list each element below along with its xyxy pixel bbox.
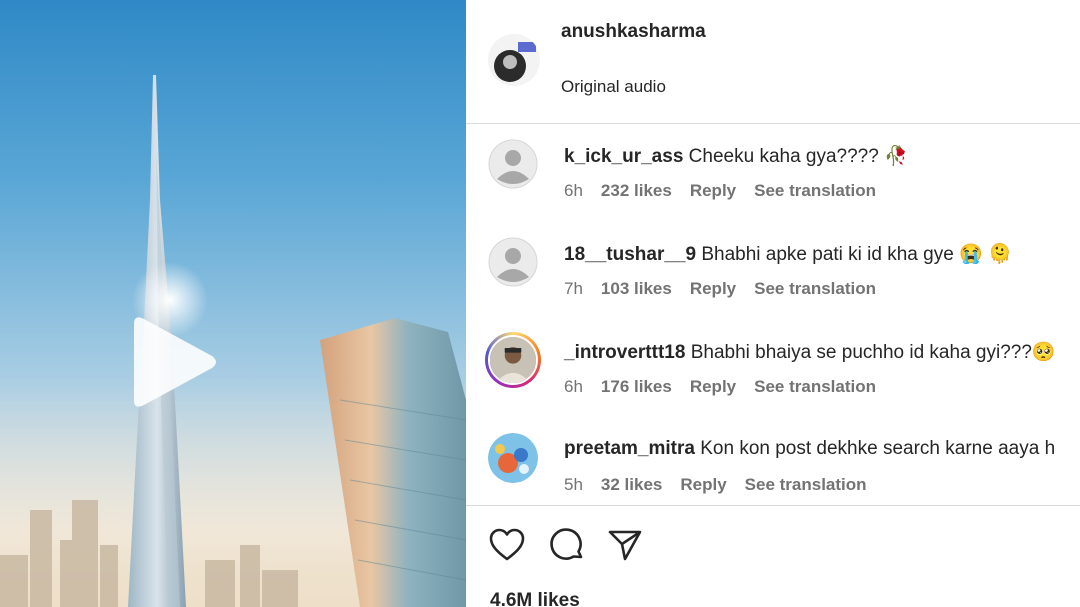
comment-time: 7h [564,279,583,298]
see-translation-button[interactable]: See translation [754,377,876,397]
play-button[interactable] [120,310,224,414]
see-translation-button[interactable]: See translation [754,279,876,299]
comment-button[interactable] [548,526,586,564]
comment-avatar[interactable] [485,332,541,388]
comment-avatar[interactable] [488,237,538,287]
comment-bubble-icon [550,528,583,560]
see-translation-button[interactable]: See translation [754,181,876,201]
cartoon-avatar-icon [488,433,538,483]
comment-likes[interactable]: 232 likes [601,181,672,201]
reply-button[interactable]: Reply [690,181,736,201]
comment-time: 6h [564,377,583,396]
comment-body: Kon kon post dekhke search karne aaya h [700,438,1056,459]
comment-meta: 6h 232 likes Reply See translation [564,181,876,201]
comment-username[interactable]: 18__tushar__9 [564,244,696,265]
comment-username[interactable]: _introverttt18 [564,342,685,363]
like-button[interactable] [488,526,526,564]
comment-body: Bhabhi apke pati ki id kha gye 😭 🫠 [701,244,1012,265]
comment-meta: 5h 32 likes Reply See translation [564,475,867,495]
comment-text: _introverttt18 Bhabhi bhaiya se puchho i… [564,340,1056,364]
default-avatar-icon [488,237,538,287]
heart-icon [489,528,525,561]
comment-username[interactable]: preetam_mitra [564,438,695,459]
reply-button[interactable]: Reply [680,475,726,495]
author-avatar[interactable] [488,34,540,86]
comment-text: k_ick_ur_ass Cheeku kaha gya???? 🥀 [564,144,908,168]
post-header: anushkasharma Original audio [466,0,1080,124]
author-username[interactable]: anushkasharma [561,21,706,43]
audio-label[interactable]: Original audio [561,77,666,97]
comment-item: 18__tushar__9 Bhabhi apke pati ki id kha… [466,223,1080,321]
post-panel: anushkasharma Original audio k_ick_ur_as… [466,0,1080,607]
comment-meta: 7h 103 likes Reply See translation [564,279,876,299]
comment-item: _introverttt18 Bhabhi bhaiya se puchho i… [466,321,1080,419]
comment-likes[interactable]: 103 likes [601,279,672,299]
comment-item: k_ick_ur_ass Cheeku kaha gya???? 🥀 6h 23… [466,125,1080,223]
see-translation-button[interactable]: See translation [745,475,867,495]
play-icon [134,317,216,407]
default-avatar-icon [488,139,538,189]
post-likes-count[interactable]: 4.6M likes [490,590,580,607]
action-bar: 4.6M likes [466,505,1080,607]
comment-text: preetam_mitra Kon kon post dekhke search… [564,438,1055,460]
photo-avatar-icon [488,335,538,385]
video-frame-skyline [0,75,466,607]
comment-likes[interactable]: 176 likes [601,377,672,397]
reply-button[interactable]: Reply [690,377,736,397]
comment-time: 5h [564,475,583,494]
comment-likes[interactable]: 32 likes [601,475,662,495]
paper-plane-icon [608,530,642,561]
comment-item: preetam_mitra Kon kon post dekhke search… [466,419,1080,505]
comment-username[interactable]: k_ick_ur_ass [564,146,683,167]
comment-avatar[interactable] [488,139,538,189]
comment-text: 18__tushar__9 Bhabhi apke pati ki id kha… [564,242,1012,266]
comment-avatar[interactable] [488,433,538,483]
comments-list[interactable]: k_ick_ur_ass Cheeku kaha gya???? 🥀 6h 23… [466,125,1080,505]
reply-button[interactable]: Reply [690,279,736,299]
comment-body: Cheeku kaha gya???? 🥀 [688,146,908,167]
author-photo-icon [488,34,540,86]
comment-body: Bhabhi bhaiya se puchho id kaha gyi???🥺 [690,342,1056,363]
share-button[interactable] [606,526,644,564]
reel-video[interactable] [0,0,466,607]
comment-meta: 6h 176 likes Reply See translation [564,377,876,397]
comment-time: 6h [564,181,583,200]
